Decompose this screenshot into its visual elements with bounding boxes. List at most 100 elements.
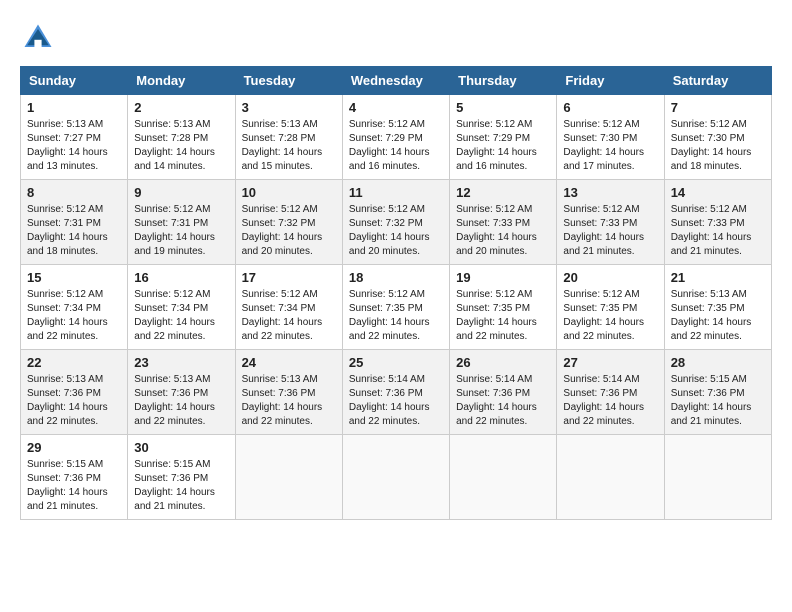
calendar-week-row: 29 Sunrise: 5:15 AM Sunset: 7:36 PM Dayl… <box>21 435 772 520</box>
sunrise-label: Sunrise: 5:14 AM <box>349 374 425 385</box>
cell-content: Sunrise: 5:15 AM Sunset: 7:36 PM Dayligh… <box>27 458 121 514</box>
calendar-cell: 19 Sunrise: 5:12 AM Sunset: 7:35 PM Dayl… <box>450 265 557 350</box>
calendar-cell: 25 Sunrise: 5:14 AM Sunset: 7:36 PM Dayl… <box>342 350 449 435</box>
sunset-label: Sunset: 7:30 PM <box>671 133 745 144</box>
calendar-cell <box>664 435 771 520</box>
calendar-week-row: 15 Sunrise: 5:12 AM Sunset: 7:34 PM Dayl… <box>21 265 772 350</box>
daylight-label: Daylight: 14 hours and 15 minutes. <box>242 147 323 172</box>
calendar-cell: 24 Sunrise: 5:13 AM Sunset: 7:36 PM Dayl… <box>235 350 342 435</box>
calendar-cell: 16 Sunrise: 5:12 AM Sunset: 7:34 PM Dayl… <box>128 265 235 350</box>
sunset-label: Sunset: 7:33 PM <box>671 218 745 229</box>
day-number: 18 <box>349 270 443 285</box>
calendar-week-row: 8 Sunrise: 5:12 AM Sunset: 7:31 PM Dayli… <box>21 180 772 265</box>
day-number: 30 <box>134 440 228 455</box>
calendar-cell <box>342 435 449 520</box>
sunrise-label: Sunrise: 5:13 AM <box>27 119 103 130</box>
calendar-cell: 29 Sunrise: 5:15 AM Sunset: 7:36 PM Dayl… <box>21 435 128 520</box>
sunset-label: Sunset: 7:32 PM <box>242 218 316 229</box>
daylight-label: Daylight: 14 hours and 22 minutes. <box>563 402 644 427</box>
cell-content: Sunrise: 5:13 AM Sunset: 7:36 PM Dayligh… <box>27 373 121 429</box>
sunset-label: Sunset: 7:34 PM <box>242 303 316 314</box>
sunrise-label: Sunrise: 5:12 AM <box>242 289 318 300</box>
day-number: 19 <box>456 270 550 285</box>
sunrise-label: Sunrise: 5:12 AM <box>134 204 210 215</box>
cell-content: Sunrise: 5:12 AM Sunset: 7:29 PM Dayligh… <box>456 118 550 174</box>
day-number: 13 <box>563 185 657 200</box>
calendar-cell <box>235 435 342 520</box>
cell-content: Sunrise: 5:12 AM Sunset: 7:32 PM Dayligh… <box>242 203 336 259</box>
cell-content: Sunrise: 5:14 AM Sunset: 7:36 PM Dayligh… <box>349 373 443 429</box>
sunset-label: Sunset: 7:31 PM <box>27 218 101 229</box>
cell-content: Sunrise: 5:15 AM Sunset: 7:36 PM Dayligh… <box>671 373 765 429</box>
sunrise-label: Sunrise: 5:13 AM <box>671 289 747 300</box>
header-day-saturday: Saturday <box>664 67 771 95</box>
cell-content: Sunrise: 5:12 AM Sunset: 7:31 PM Dayligh… <box>134 203 228 259</box>
calendar-cell: 28 Sunrise: 5:15 AM Sunset: 7:36 PM Dayl… <box>664 350 771 435</box>
sunset-label: Sunset: 7:34 PM <box>27 303 101 314</box>
cell-content: Sunrise: 5:15 AM Sunset: 7:36 PM Dayligh… <box>134 458 228 514</box>
sunrise-label: Sunrise: 5:12 AM <box>456 119 532 130</box>
day-number: 7 <box>671 100 765 115</box>
daylight-label: Daylight: 14 hours and 22 minutes. <box>349 317 430 342</box>
sunset-label: Sunset: 7:33 PM <box>456 218 530 229</box>
calendar-cell: 21 Sunrise: 5:13 AM Sunset: 7:35 PM Dayl… <box>664 265 771 350</box>
sunset-label: Sunset: 7:36 PM <box>349 388 423 399</box>
calendar-header-row: SundayMondayTuesdayWednesdayThursdayFrid… <box>21 67 772 95</box>
day-number: 26 <box>456 355 550 370</box>
cell-content: Sunrise: 5:13 AM Sunset: 7:36 PM Dayligh… <box>134 373 228 429</box>
sunset-label: Sunset: 7:32 PM <box>349 218 423 229</box>
day-number: 22 <box>27 355 121 370</box>
daylight-label: Daylight: 14 hours and 20 minutes. <box>242 232 323 257</box>
cell-content: Sunrise: 5:12 AM Sunset: 7:34 PM Dayligh… <box>242 288 336 344</box>
sunrise-label: Sunrise: 5:15 AM <box>27 459 103 470</box>
daylight-label: Daylight: 14 hours and 22 minutes. <box>134 402 215 427</box>
daylight-label: Daylight: 14 hours and 20 minutes. <box>456 232 537 257</box>
sunset-label: Sunset: 7:35 PM <box>456 303 530 314</box>
sunrise-label: Sunrise: 5:12 AM <box>134 289 210 300</box>
sunset-label: Sunset: 7:35 PM <box>563 303 637 314</box>
calendar-cell: 13 Sunrise: 5:12 AM Sunset: 7:33 PM Dayl… <box>557 180 664 265</box>
sunrise-label: Sunrise: 5:13 AM <box>242 119 318 130</box>
sunrise-label: Sunrise: 5:12 AM <box>349 289 425 300</box>
calendar-cell: 12 Sunrise: 5:12 AM Sunset: 7:33 PM Dayl… <box>450 180 557 265</box>
sunset-label: Sunset: 7:36 PM <box>242 388 316 399</box>
daylight-label: Daylight: 14 hours and 21 minutes. <box>27 487 108 512</box>
day-number: 12 <box>456 185 550 200</box>
daylight-label: Daylight: 14 hours and 16 minutes. <box>456 147 537 172</box>
cell-content: Sunrise: 5:12 AM Sunset: 7:35 PM Dayligh… <box>456 288 550 344</box>
day-number: 9 <box>134 185 228 200</box>
calendar-cell: 2 Sunrise: 5:13 AM Sunset: 7:28 PM Dayli… <box>128 95 235 180</box>
header <box>20 20 772 56</box>
cell-content: Sunrise: 5:12 AM Sunset: 7:29 PM Dayligh… <box>349 118 443 174</box>
calendar-cell: 5 Sunrise: 5:12 AM Sunset: 7:29 PM Dayli… <box>450 95 557 180</box>
day-number: 24 <box>242 355 336 370</box>
sunrise-label: Sunrise: 5:13 AM <box>134 374 210 385</box>
day-number: 27 <box>563 355 657 370</box>
daylight-label: Daylight: 14 hours and 22 minutes. <box>242 402 323 427</box>
sunset-label: Sunset: 7:36 PM <box>563 388 637 399</box>
calendar-cell <box>557 435 664 520</box>
sunrise-label: Sunrise: 5:12 AM <box>242 204 318 215</box>
daylight-label: Daylight: 14 hours and 22 minutes. <box>563 317 644 342</box>
calendar-cell: 15 Sunrise: 5:12 AM Sunset: 7:34 PM Dayl… <box>21 265 128 350</box>
daylight-label: Daylight: 14 hours and 21 minutes. <box>671 232 752 257</box>
sunrise-label: Sunrise: 5:13 AM <box>134 119 210 130</box>
cell-content: Sunrise: 5:12 AM Sunset: 7:30 PM Dayligh… <box>563 118 657 174</box>
day-number: 23 <box>134 355 228 370</box>
sunset-label: Sunset: 7:36 PM <box>27 388 101 399</box>
cell-content: Sunrise: 5:12 AM Sunset: 7:33 PM Dayligh… <box>563 203 657 259</box>
daylight-label: Daylight: 14 hours and 22 minutes. <box>349 402 430 427</box>
cell-content: Sunrise: 5:12 AM Sunset: 7:33 PM Dayligh… <box>456 203 550 259</box>
daylight-label: Daylight: 14 hours and 19 minutes. <box>134 232 215 257</box>
sunrise-label: Sunrise: 5:12 AM <box>563 204 639 215</box>
day-number: 17 <box>242 270 336 285</box>
cell-content: Sunrise: 5:12 AM Sunset: 7:34 PM Dayligh… <box>27 288 121 344</box>
daylight-label: Daylight: 14 hours and 22 minutes. <box>134 317 215 342</box>
daylight-label: Daylight: 14 hours and 16 minutes. <box>349 147 430 172</box>
sunrise-label: Sunrise: 5:12 AM <box>27 289 103 300</box>
daylight-label: Daylight: 14 hours and 13 minutes. <box>27 147 108 172</box>
daylight-label: Daylight: 14 hours and 18 minutes. <box>671 147 752 172</box>
calendar-cell: 22 Sunrise: 5:13 AM Sunset: 7:36 PM Dayl… <box>21 350 128 435</box>
calendar-cell <box>450 435 557 520</box>
daylight-label: Daylight: 14 hours and 21 minutes. <box>671 402 752 427</box>
